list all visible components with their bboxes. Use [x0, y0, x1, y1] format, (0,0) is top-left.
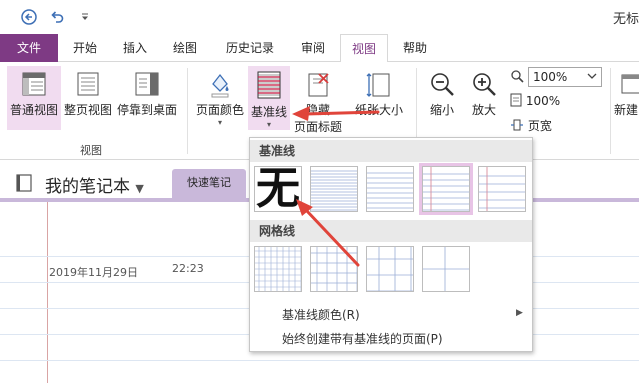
rule-lines-standard-option[interactable] — [419, 163, 473, 215]
zoom-in-icon — [473, 73, 496, 96]
normal-view-icon — [22, 72, 46, 96]
page-color-label: 页面颜色 — [195, 103, 244, 117]
submenu-arrow-icon: ▶ — [516, 308, 523, 318]
page-time: 22:23 — [172, 262, 204, 275]
rule-lines-narrow-option[interactable] — [310, 166, 358, 212]
tab-file[interactable]: 文件 — [0, 34, 58, 62]
rule-lines-label: 基准线 — [250, 105, 287, 119]
rule-line-color-menu-item[interactable]: 基准线颜色(R) — [282, 306, 360, 323]
chevron-down-icon: ▾ — [266, 120, 271, 129]
chevron-down-icon — [586, 68, 598, 89]
grid-lines-medium-option[interactable] — [310, 246, 358, 292]
paper-size-button[interactable]: 纸张大小 — [350, 66, 408, 130]
rule-lines-none-option[interactable]: 无 — [254, 166, 302, 212]
page-width-icon — [511, 119, 523, 131]
notebook-title-dropdown[interactable]: 我的笔记本 ▼ — [45, 172, 144, 197]
hide-page-title-button[interactable]: 隐藏 页面标题 — [292, 66, 344, 134]
xlarge-grid-icon — [423, 247, 469, 291]
undo-icon[interactable] — [48, 8, 66, 26]
new-window-label: 新建 — [614, 103, 639, 117]
always-create-rule-lines-menu-item[interactable]: 始终创建带有基准线的页面(P) — [282, 330, 443, 347]
new-window-icon — [621, 74, 639, 94]
hide-page-title-icon — [308, 73, 329, 97]
search-icon — [510, 69, 524, 86]
group-separator — [610, 68, 611, 154]
large-grid-icon — [367, 247, 413, 291]
zoom-level-select[interactable]: 100% — [528, 67, 602, 87]
tab-history[interactable]: 历史记录 — [218, 34, 282, 62]
full-page-view-button[interactable]: 整页视图 — [62, 66, 114, 130]
page-color-button[interactable]: 页面颜色 ▾ — [194, 66, 246, 130]
zoom-100-label: 100% — [525, 94, 561, 108]
rule-line — [0, 360, 639, 361]
tab-view[interactable]: 视图 — [340, 34, 388, 63]
grid-lines-large-option[interactable] — [366, 246, 414, 292]
tab-home[interactable]: 开始 — [62, 34, 108, 62]
zoom-out-button[interactable]: 缩小 — [422, 66, 462, 130]
app-title: 无标 — [612, 12, 639, 27]
section-tab-quick-notes[interactable]: 快速笔记 — [172, 169, 246, 199]
rule-lines-header: 基准线 — [250, 140, 532, 162]
dock-to-desktop-icon — [135, 72, 159, 96]
none-label: 无 — [256, 166, 300, 212]
medium-grid-icon — [311, 247, 357, 291]
paper-size-label: 纸张大小 — [354, 103, 403, 117]
page-width-label: 页宽 — [527, 119, 552, 133]
new-window-button[interactable]: 新建 — [614, 66, 639, 130]
rule-lines-dropdown: 基准线 无 网格线 基准线颜色(R) ▶ 始终创建带有基准线的页面(P) — [249, 137, 533, 352]
zoom-in-label: 放大 — [471, 103, 496, 117]
group-separator — [187, 68, 188, 154]
grid-lines-xlarge-option[interactable] — [422, 246, 470, 292]
rule-lines-wide-option[interactable] — [478, 166, 526, 212]
tab-draw[interactable]: 绘图 — [162, 34, 208, 62]
margin-line — [47, 202, 48, 383]
zoom-100-button[interactable]: 100% — [510, 93, 560, 108]
full-page-view-icon — [77, 72, 99, 96]
hide-page-title-label-1: 隐藏 — [305, 103, 330, 117]
zoom-out-label: 缩小 — [429, 103, 454, 117]
dock-to-desktop-label: 停靠到桌面 — [116, 103, 177, 117]
tab-insert[interactable]: 插入 — [112, 34, 158, 62]
page-date: 2019年11月29日 — [49, 266, 138, 279]
zoom-out-icon — [431, 73, 454, 96]
normal-view-label: 普通视图 — [9, 103, 58, 117]
full-page-view-label: 整页视图 — [63, 103, 112, 117]
zoom-in-button[interactable]: 放大 — [464, 66, 504, 130]
rule-lines-icon — [257, 71, 281, 99]
zoom-level-value: 100% — [533, 70, 568, 84]
circle-back-arrow-icon[interactable] — [20, 8, 38, 26]
grid-lines-small-option[interactable] — [254, 246, 302, 292]
page-color-icon — [211, 73, 229, 98]
document-icon — [510, 93, 522, 107]
standard-rule-lines-icon — [423, 167, 469, 211]
small-grid-icon — [255, 247, 301, 291]
customize-quick-access-icon[interactable] — [76, 8, 94, 26]
page-width-button[interactable]: 页宽 — [510, 117, 552, 134]
tab-review[interactable]: 审阅 — [290, 34, 336, 62]
hide-page-title-label-2: 页面标题 — [293, 120, 342, 134]
chevron-down-icon: ▾ — [217, 118, 222, 127]
notebook-title: 我的笔记本 — [45, 177, 130, 197]
dock-to-desktop-button[interactable]: 停靠到桌面 — [116, 66, 178, 130]
rule-lines-button[interactable]: 基准线 ▾ — [248, 66, 290, 130]
narrow-rule-lines-icon — [311, 167, 357, 211]
tab-help[interactable]: 帮助 — [392, 34, 438, 62]
paper-size-icon — [366, 73, 390, 97]
title-bar: 无标 — [0, 0, 639, 34]
normal-view-button[interactable]: 普通视图 — [7, 66, 61, 130]
ribbon-tabs: 文件 开始 插入 绘图 历史记录 审阅 视图 帮助 — [0, 34, 639, 63]
views-group-label: 视图 — [80, 144, 102, 157]
grid-lines-header: 网格线 — [250, 220, 532, 242]
college-rule-lines-icon — [367, 167, 413, 211]
wide-rule-lines-icon — [479, 167, 525, 211]
notebook-icon — [16, 174, 32, 192]
chevron-down-icon: ▼ — [135, 182, 144, 195]
rule-lines-college-option[interactable] — [366, 166, 414, 212]
